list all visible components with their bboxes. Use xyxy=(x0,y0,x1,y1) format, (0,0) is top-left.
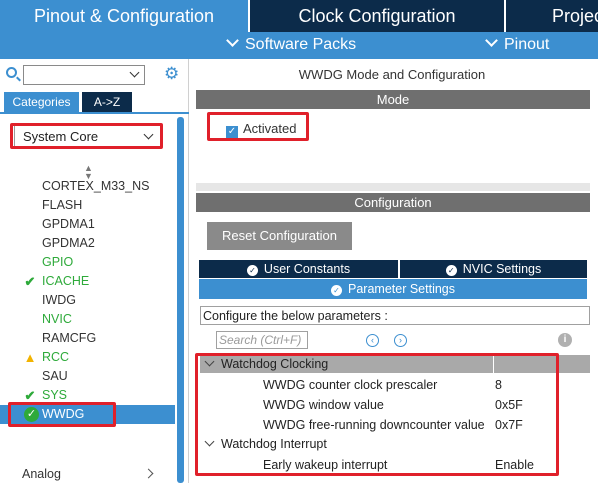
parameter-value[interactable]: 0x5F xyxy=(495,395,523,415)
info-icon[interactable]: i xyxy=(558,333,572,347)
pinout-label: Pinout xyxy=(504,36,550,53)
activated-label: Activated xyxy=(243,121,297,136)
tab-label: NVIC Settings xyxy=(462,262,542,276)
peripheral-label: GPDMA1 xyxy=(42,217,95,231)
peripheral-label: GPDMA2 xyxy=(42,236,95,250)
peripheral-label: NVIC xyxy=(42,312,72,326)
peripheral-item[interactable]: GPDMA1 xyxy=(0,215,175,234)
peripheral-item[interactable]: GPIO xyxy=(0,253,175,272)
sub-menu-bar: Software Packs Pinout xyxy=(0,32,598,59)
mode-configuration-panel: WWDG Mode and Configuration Mode ✓ Activa… xyxy=(196,59,598,483)
software-packs-label: Software Packs xyxy=(245,36,357,53)
parameter-group-label: Watchdog Clocking xyxy=(221,357,329,371)
parameter-value[interactable]: 0x7F xyxy=(495,415,523,435)
software-packs-menu[interactable]: Software Packs xyxy=(226,34,357,54)
tab-label: User Constants xyxy=(263,262,351,276)
chevron-right-icon[interactable] xyxy=(143,468,154,479)
peripheral-label: CORTEX_M33_NS xyxy=(42,179,150,193)
warning-icon: ▲ xyxy=(23,350,37,365)
tab-clock-configuration[interactable]: Clock Configuration xyxy=(250,0,504,32)
peripheral-item[interactable]: SAU xyxy=(0,367,175,386)
reset-configuration-button[interactable]: Reset Configuration xyxy=(207,222,352,250)
peripheral-item[interactable]: ▲ RCC xyxy=(0,348,175,367)
parameter-row[interactable]: WWDG counter clock prescaler 8 xyxy=(200,375,590,395)
check-circle-icon: ✓ xyxy=(246,265,258,276)
category-analog[interactable]: Analog xyxy=(22,467,61,481)
parameter-group[interactable]: Watchdog Interrupt xyxy=(200,435,590,453)
category-search-input[interactable] xyxy=(23,65,145,85)
peripheral-item[interactable]: ✔ SYS xyxy=(0,386,175,405)
chevron-down-icon[interactable] xyxy=(129,67,140,78)
pinout-menu[interactable]: Pinout xyxy=(485,34,550,54)
category-panel: ⚙ Categories A->Z System Core ▲ ▼ CORTEX_… xyxy=(0,59,189,483)
chevron-down-icon[interactable] xyxy=(204,436,215,447)
search-icon[interactable] xyxy=(6,67,17,78)
peripheral-item[interactable]: GPDMA2 xyxy=(0,234,175,253)
tab-categories[interactable]: Categories xyxy=(4,92,79,112)
configuration-header: Configuration xyxy=(196,193,590,212)
tab-user-constants[interactable]: ✓ User Constants xyxy=(199,260,398,278)
parameter-value[interactable]: 8 xyxy=(495,375,502,395)
parameter-name: Early wakeup interrupt xyxy=(263,458,388,472)
peripheral-label: FLASH xyxy=(42,198,83,212)
parameter-name: WWDG window value xyxy=(263,398,384,412)
parameter-row[interactable]: WWDG window value 0x5F xyxy=(200,395,590,415)
parameter-group[interactable]: Watchdog Clocking xyxy=(200,355,590,373)
tab-a-z[interactable]: A->Z xyxy=(82,92,132,112)
configure-parameters-label: Configure the below parameters : xyxy=(200,306,590,325)
check-circle-icon: ✓ xyxy=(331,285,342,296)
peripheral-item[interactable]: ✔ ICACHE xyxy=(0,272,175,291)
parameter-name: WWDG counter clock prescaler xyxy=(263,378,438,392)
peripheral-item[interactable]: CORTEX_M33_NS xyxy=(0,177,175,196)
peripheral-item[interactable]: RAMCFG xyxy=(0,329,175,348)
parameter-value[interactable]: Enable xyxy=(495,455,534,475)
peripheral-item[interactable]: ✓ WWDG xyxy=(0,405,175,424)
check-icon: ✔ xyxy=(24,274,36,289)
parameter-name: WWDG free-running downcounter value xyxy=(263,418,485,432)
parameter-search-input[interactable]: Search (Ctrl+F) xyxy=(216,331,308,349)
next-icon[interactable]: › xyxy=(394,334,407,347)
peripheral-label: SYS xyxy=(42,388,68,402)
chevron-down-icon xyxy=(485,34,498,47)
parameter-row[interactable]: Early wakeup interrupt Enable xyxy=(200,455,590,475)
chevron-down-icon[interactable] xyxy=(204,356,215,367)
peripheral-label: GPIO xyxy=(42,255,74,269)
peripheral-item[interactable]: FLASH xyxy=(0,196,175,215)
category-group-select[interactable]: System Core xyxy=(14,125,161,148)
peripheral-item[interactable]: IWDG xyxy=(0,291,175,310)
peripheral-item[interactable]: NVIC xyxy=(0,310,175,329)
tab-label: Parameter Settings xyxy=(348,282,455,296)
check-circle-icon: ✓ xyxy=(445,265,457,276)
mode-header: Mode xyxy=(196,90,590,109)
peripheral-label: ICACHE xyxy=(42,274,90,288)
tab-parameter-settings[interactable]: ✓ Parameter Settings xyxy=(199,279,587,299)
scrollbar[interactable] xyxy=(177,117,184,483)
peripheral-label: IWDG xyxy=(42,293,77,307)
checkbox-checked-icon[interactable]: ✓ xyxy=(226,126,238,138)
top-tab-bar: Pinout & Configuration Clock Configurati… xyxy=(0,0,598,32)
peripheral-label: RCC xyxy=(42,350,70,364)
peripheral-label: RAMCFG xyxy=(42,331,97,345)
peripheral-label: WWDG xyxy=(42,407,85,421)
panel-title: WWDG Mode and Configuration xyxy=(298,67,486,82)
category-group-value: System Core xyxy=(23,129,99,144)
chevron-down-icon xyxy=(143,129,154,140)
peripheral-label: SAU xyxy=(42,369,68,383)
tab-nvic-settings[interactable]: ✓ NVIC Settings xyxy=(400,260,587,278)
previous-icon[interactable]: ‹ xyxy=(366,334,379,347)
parameter-row[interactable]: WWDG free-running downcounter value 0x7F xyxy=(200,415,590,435)
tab-underline xyxy=(0,112,189,114)
check-icon: ✔ xyxy=(24,388,36,403)
gear-icon[interactable]: ⚙ xyxy=(164,64,179,84)
activated-checkbox[interactable]: ✓ Activated xyxy=(226,121,296,138)
divider xyxy=(196,183,590,191)
tab-project-manager[interactable]: Project Manager xyxy=(506,0,598,32)
parameter-group-label: Watchdog Interrupt xyxy=(221,437,327,451)
chevron-down-icon xyxy=(226,34,239,47)
check-circle-icon: ✓ xyxy=(24,407,39,422)
tab-pinout-configuration[interactable]: Pinout & Configuration xyxy=(0,0,248,32)
